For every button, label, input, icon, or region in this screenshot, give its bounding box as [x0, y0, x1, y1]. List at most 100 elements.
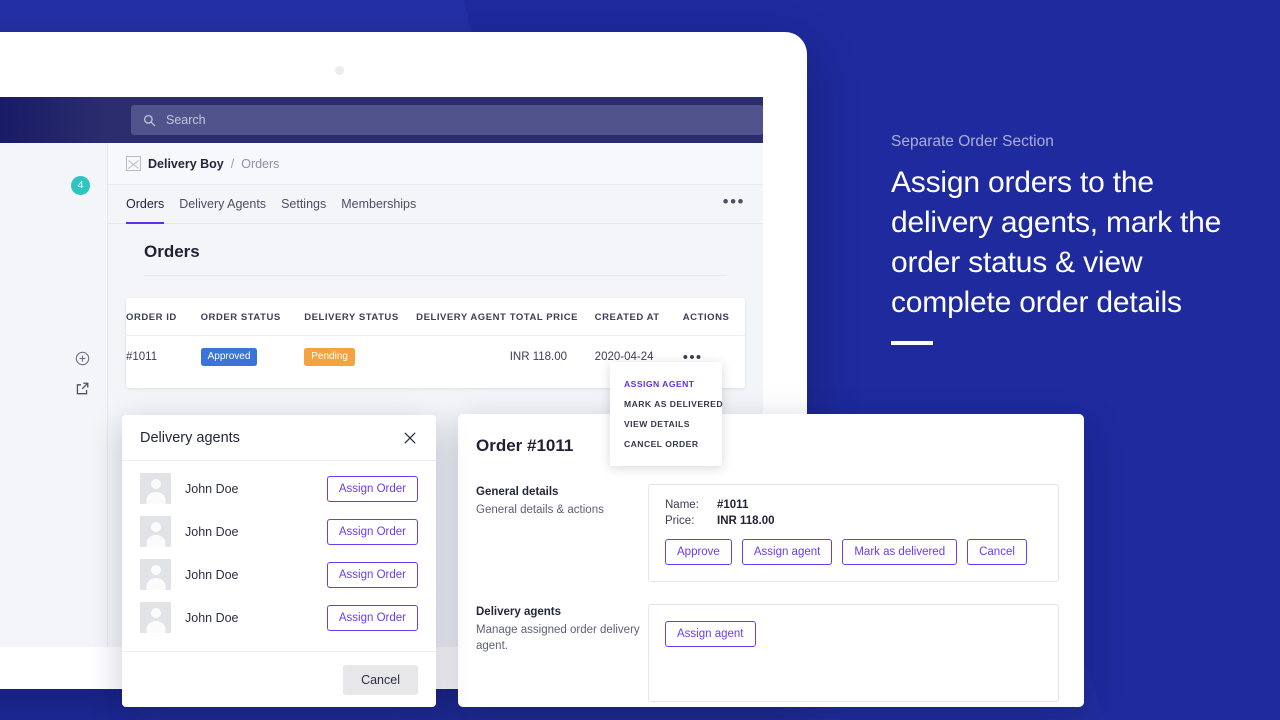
general-action-buttons: Approve Assign agent Mark as delivered C…	[665, 539, 1042, 565]
assign-agent-button-delivery[interactable]: Assign agent	[665, 621, 756, 647]
tab-label: Orders	[126, 197, 165, 211]
field-price-value: INR 118.00	[717, 515, 775, 527]
tab-orders[interactable]: Orders	[126, 185, 165, 224]
tab-list: Orders Delivery Agents Settings Membersh…	[126, 185, 416, 224]
cell-order-id: #1011	[126, 351, 158, 363]
cancel-button[interactable]: Cancel	[967, 539, 1027, 565]
agent-name: John Doe	[185, 481, 239, 496]
general-details-subtext: General details & actions	[476, 504, 604, 516]
general-details-section: General details General details & action…	[476, 484, 1059, 582]
cell-order-status: Approved	[200, 336, 305, 389]
status-badge-pending: Pending	[304, 348, 355, 366]
avatar	[140, 602, 171, 633]
column-header-created-at: CREATED AT	[594, 298, 683, 336]
sidebar-item-1[interactable]: s	[0, 222, 108, 246]
sidebar-item-store[interactable]: tore	[0, 378, 108, 398]
sidebar-badge-row[interactable]: 4	[0, 173, 108, 197]
sidebar-item-3[interactable]: ts	[0, 291, 108, 315]
search-input[interactable]: Search	[131, 105, 763, 135]
list-item: John Doe Assign Order	[140, 510, 418, 553]
tab-memberships[interactable]: Memberships	[341, 185, 416, 223]
page-title: Orders	[144, 224, 727, 276]
column-header-actions: ACTIONS	[682, 298, 745, 336]
mark-as-delivered-button[interactable]: Mark as delivered	[842, 539, 958, 565]
field-price-label: Price:	[665, 515, 695, 527]
broken-image-icon	[126, 156, 141, 171]
close-icon[interactable]	[402, 430, 418, 446]
plus-circle-icon[interactable]	[75, 351, 90, 366]
column-header-order-status: ORDER STATUS	[200, 298, 305, 336]
column-header-delivery-agent: DELIVERY AGENT	[416, 298, 510, 336]
tab-bar: Orders Delivery Agents Settings Membersh…	[108, 185, 763, 224]
screenshot-stage: Search 4 s ers ts ELS	[0, 0, 1280, 720]
assign-order-button[interactable]: Assign Order	[326, 604, 418, 631]
cell-delivery-status: Pending	[304, 336, 416, 389]
tab-overflow-menu-icon[interactable]: •••	[723, 193, 745, 210]
list-item: John Doe Assign Order	[140, 553, 418, 596]
assign-order-button[interactable]: Assign Order	[326, 518, 418, 545]
modal-cancel-button[interactable]: Cancel	[343, 664, 418, 695]
search-placeholder-text: Search	[166, 113, 206, 127]
promo-copy: Separate Order Section Assign orders to …	[891, 133, 1261, 345]
row-actions-dropdown: ASSIGN AGENT MARK AS DELIVERED VIEW DETA…	[610, 362, 723, 466]
promo-eyebrow: Separate Order Section	[891, 133, 1054, 150]
breadcrumb-current: Delivery Boy	[148, 156, 224, 171]
column-header-order-id: ORDER ID	[126, 298, 201, 336]
table-header-row: ORDER ID ORDER STATUS DELIVERY STATUS DE…	[126, 298, 745, 336]
list-item: John Doe Assign Order	[140, 467, 418, 510]
sidebar: 4 s ers ts ELS	[0, 143, 108, 647]
tab-label: Delivery Agents	[179, 197, 267, 211]
menu-item-view-details[interactable]: VIEW DETAILS	[610, 414, 722, 434]
sidebar-section-header: ELS	[0, 348, 108, 368]
order-detail-panel: Order #1011 General details General deta…	[458, 414, 1084, 707]
column-header-delivery-status: DELIVERY STATUS	[304, 298, 417, 336]
cell-total-price: INR 118.00	[509, 351, 568, 363]
agent-name: John Doe	[185, 567, 239, 582]
modal-header: Delivery agents	[122, 415, 436, 461]
general-details-box: Name: #1011 Price: INR 118.00 Approve As…	[648, 484, 1059, 582]
promo-underline-rule	[891, 341, 933, 345]
promo-headline: Assign orders to the delivery agents, ma…	[891, 166, 1222, 319]
modal-agent-list: John Doe Assign Order John Doe Assign Or…	[122, 461, 436, 651]
assign-order-button[interactable]: Assign Order	[326, 475, 418, 502]
delivery-agents-heading: Delivery agents	[476, 606, 562, 618]
general-details-heading: General details	[476, 486, 559, 498]
cell-delivery-agent	[416, 336, 510, 389]
delivery-agents-modal: Delivery agents John Doe Assign Order Jo…	[122, 415, 436, 707]
tab-settings[interactable]: Settings	[281, 185, 326, 223]
breadcrumb-link-orders[interactable]: Orders	[241, 157, 279, 171]
approve-button[interactable]: Approve	[665, 539, 732, 565]
device-camera-dot	[335, 66, 344, 75]
column-header-total-price: TOTAL PRICE	[509, 298, 595, 336]
breadcrumb: Delivery Boy / Orders	[108, 143, 763, 185]
menu-item-assign-agent[interactable]: ASSIGN AGENT	[610, 374, 722, 394]
field-name-value: #1011	[717, 499, 749, 511]
external-link-icon[interactable]	[75, 381, 90, 396]
delivery-agents-subtext: Manage assigned order delivery agent.	[476, 624, 640, 652]
field-name: Name: #1011	[665, 499, 1042, 511]
breadcrumb-separator: /	[230, 156, 235, 171]
agent-name: John Doe	[185, 610, 239, 625]
navbar-logo-area	[0, 97, 108, 143]
sidebar-badge-count: 4	[71, 175, 90, 195]
avatar	[140, 473, 171, 504]
delivery-agents-section: Delivery agents Manage assigned order de…	[476, 604, 1059, 702]
modal-title: Delivery agents	[140, 429, 240, 446]
menu-item-cancel-order[interactable]: CANCEL ORDER	[610, 434, 722, 454]
list-item: John Doe Assign Order	[140, 596, 418, 639]
modal-footer: Cancel	[122, 651, 436, 707]
delivery-agents-box: Assign agent	[648, 604, 1059, 702]
assign-order-button[interactable]: Assign Order	[326, 561, 418, 588]
top-navbar: Search	[0, 97, 763, 143]
field-price: Price: INR 118.00	[665, 515, 1042, 527]
tab-label: Memberships	[341, 197, 417, 211]
sidebar-item-2[interactable]: ers	[0, 246, 108, 270]
search-icon	[143, 114, 156, 127]
assign-agent-button[interactable]: Assign agent	[741, 539, 833, 565]
tab-delivery-agents[interactable]: Delivery Agents	[179, 185, 266, 223]
avatar	[140, 516, 171, 547]
avatar	[140, 559, 171, 590]
menu-item-mark-as-delivered[interactable]: MARK AS DELIVERED	[610, 394, 723, 414]
tab-label: Settings	[281, 197, 327, 211]
order-detail-title: Order #1011	[476, 436, 574, 455]
